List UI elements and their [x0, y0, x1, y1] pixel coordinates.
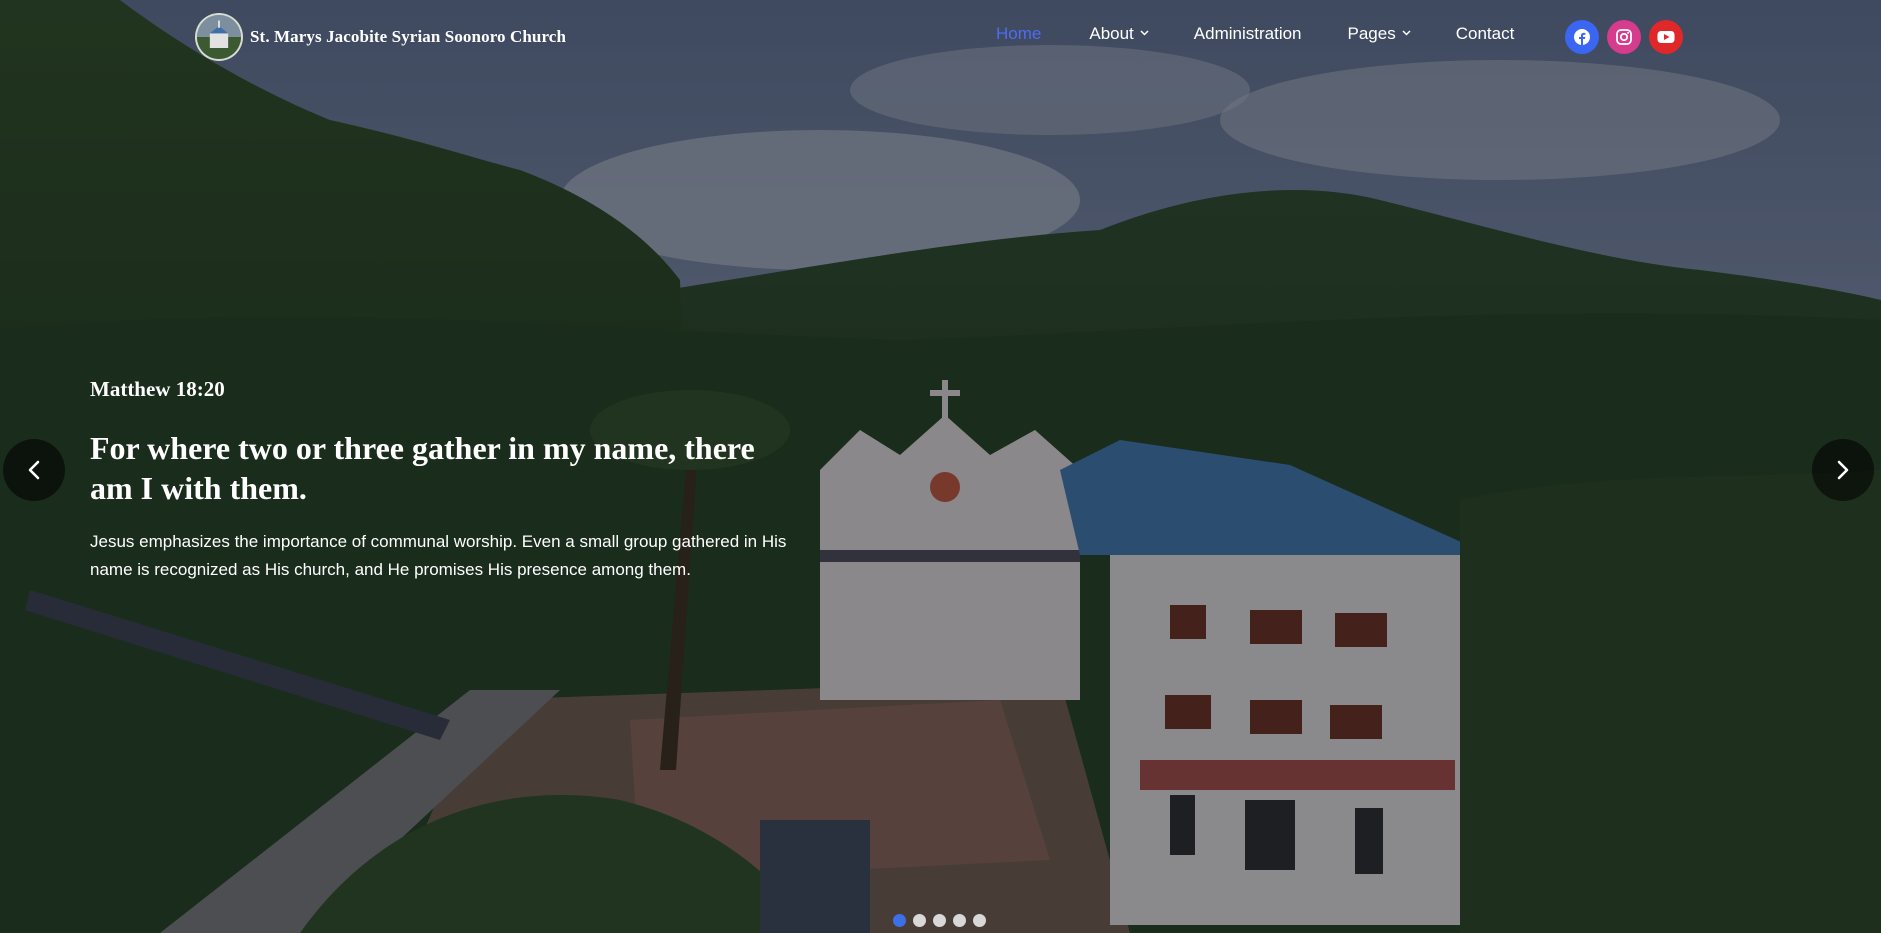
- verse-reference: Matthew 18:20: [90, 377, 225, 401]
- slide-caption: Matthew 18:20 For where two or three gat…: [90, 377, 820, 584]
- brand-name: St. Marys Jacobite Syrian Soonoro Church: [250, 27, 567, 46]
- verse-heading: For where two or three gather in my name…: [90, 430, 755, 506]
- nav-contact[interactable]: Contact: [1456, 24, 1515, 44]
- nav-administration[interactable]: Administration: [1194, 24, 1302, 44]
- carousel-dot-3[interactable]: [933, 914, 946, 927]
- carousel-dot-4[interactable]: [953, 914, 966, 927]
- church-logo-icon: [195, 13, 243, 61]
- site-header: St. Marys Jacobite Syrian Soonoro Church…: [0, 0, 1881, 74]
- carousel-prev-button[interactable]: [3, 439, 65, 501]
- chevron-down-icon: [1140, 30, 1149, 38]
- nav-about-label: About: [1089, 24, 1134, 43]
- nav-home[interactable]: Home: [996, 24, 1041, 44]
- verse-description: Jesus emphasizes the importance of commu…: [90, 532, 787, 579]
- carousel-dot-2[interactable]: [913, 914, 926, 927]
- chevron-down-icon: [1402, 30, 1411, 38]
- nav-pages-label: Pages: [1347, 24, 1396, 43]
- instagram-icon[interactable]: [1607, 20, 1641, 54]
- nav-home-label: Home: [996, 24, 1042, 43]
- nav-pages[interactable]: Pages: [1347, 24, 1411, 44]
- nav-administration-label: Administration: [1193, 24, 1302, 43]
- carousel-dot-5[interactable]: [973, 914, 986, 927]
- main-nav: Home About Administration Pages Contact: [996, 24, 1514, 44]
- facebook-icon[interactable]: [1565, 20, 1599, 54]
- youtube-icon[interactable]: [1649, 20, 1683, 54]
- chevron-right-icon: [1836, 459, 1850, 481]
- chevron-left-icon: [27, 459, 41, 481]
- brand-home-link[interactable]: St. Marys Jacobite Syrian Soonoro Church: [195, 13, 566, 61]
- carousel-next-button[interactable]: [1812, 439, 1874, 501]
- carousel-dot-1[interactable]: [893, 914, 906, 927]
- social-links: [1565, 20, 1691, 54]
- nav-contact-label: Contact: [1455, 24, 1515, 43]
- carousel-indicators: [893, 914, 993, 927]
- nav-about[interactable]: About: [1089, 24, 1149, 44]
